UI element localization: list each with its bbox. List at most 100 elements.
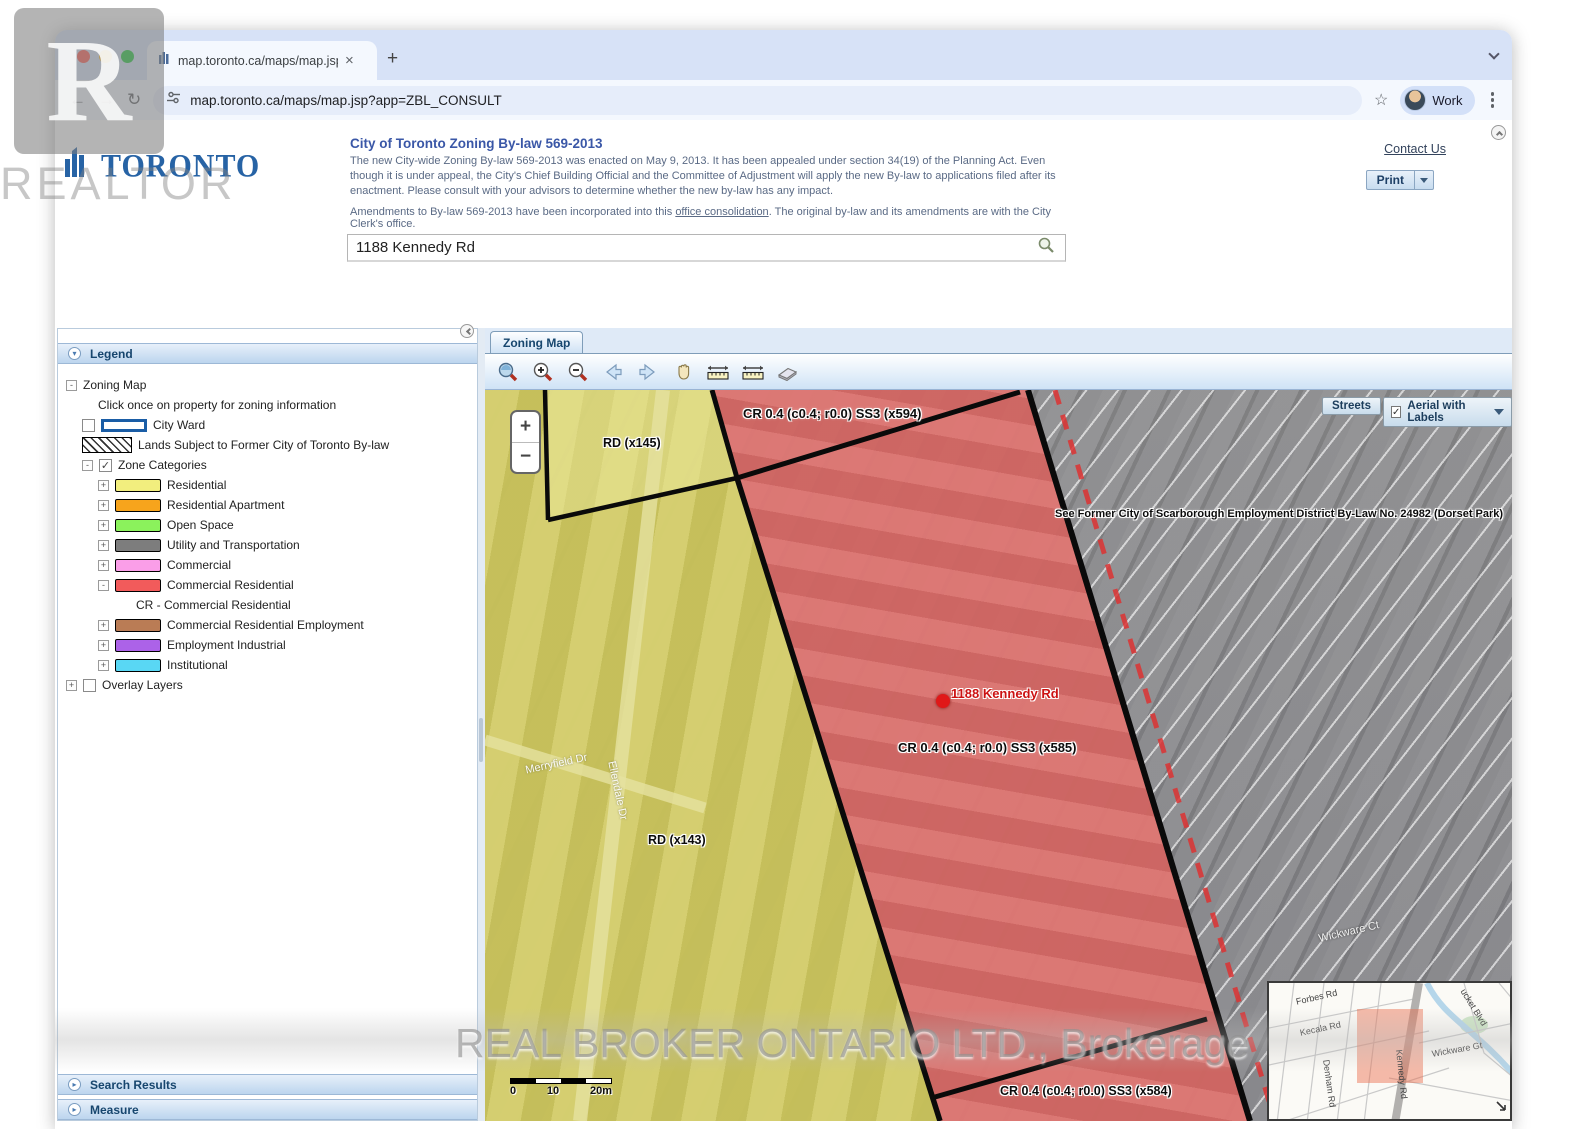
browser-tabstrip: map.toronto.ca/maps/map.jsp × + bbox=[55, 30, 1512, 80]
zone-swatch bbox=[115, 579, 161, 592]
zone-label-cr-x584: CR 0.4 (c0.4; r0.0) SS3 (x584) bbox=[1000, 1084, 1172, 1098]
tree-item-zone[interactable]: + Institutional bbox=[98, 655, 477, 675]
expander-icon[interactable]: + bbox=[98, 540, 109, 551]
tree-item-zone[interactable]: + Employment Industrial bbox=[98, 635, 477, 655]
profile-chip[interactable]: Work bbox=[1400, 86, 1474, 115]
zone-swatch bbox=[115, 519, 161, 532]
browser-toolbar: ← → ↻ map.toronto.ca/maps/map.jsp?app=ZB… bbox=[55, 80, 1512, 120]
address-bar[interactable]: map.toronto.ca/maps/map.jsp?app=ZBL_CONS… bbox=[153, 86, 1362, 115]
search-result-marker bbox=[936, 694, 950, 708]
tree-item-zone[interactable]: + Commercial Residential Employment bbox=[98, 615, 477, 635]
measure-header[interactable]: ▸ Measure bbox=[58, 1099, 477, 1120]
realtor-text-watermark: REALTOR bbox=[0, 158, 236, 210]
contact-us-link[interactable]: Contact Us bbox=[1384, 142, 1446, 156]
map-zoom-out-button[interactable]: − bbox=[512, 443, 539, 473]
splitter-grip[interactable] bbox=[479, 718, 483, 762]
pan-hand-icon[interactable] bbox=[670, 359, 696, 385]
search-results-header[interactable]: ▸ Search Results bbox=[58, 1074, 477, 1095]
tree-item-zone[interactable]: + Commercial bbox=[98, 555, 477, 575]
aerial-basemap-control[interactable]: ✓ Aerial with Labels bbox=[1383, 397, 1512, 427]
inset-resize-icon[interactable] bbox=[1495, 1099, 1507, 1117]
measure-distance-icon[interactable] bbox=[705, 359, 731, 385]
expander-icon[interactable]: - bbox=[66, 380, 77, 391]
tab-zoning-map[interactable]: Zoning Map bbox=[490, 331, 583, 353]
pane-collapse-button[interactable] bbox=[460, 324, 474, 338]
chevron-left-icon bbox=[465, 328, 472, 335]
brokerage-watermark: REAL BROKER ONTARIO LTD., Brokerage bbox=[455, 1020, 1249, 1067]
expand-arrow-icon[interactable]: ▸ bbox=[68, 1078, 81, 1091]
expander-icon[interactable]: + bbox=[98, 480, 109, 491]
city-ward-swatch bbox=[101, 419, 147, 432]
tree-item-zone-categories[interactable]: - ✓ Zone Categories bbox=[82, 455, 477, 475]
search-input[interactable] bbox=[348, 239, 1027, 256]
zone-label-cr-x585: CR 0.4 (c0.4; r0.0) SS3 (x585) bbox=[898, 740, 1076, 755]
hatch-swatch bbox=[82, 437, 132, 453]
tree-item-zone[interactable]: - Commercial Residential bbox=[98, 575, 477, 595]
zoom-extent-icon[interactable] bbox=[495, 359, 521, 385]
new-tab-button[interactable]: + bbox=[387, 48, 398, 70]
tab-title: map.toronto.ca/maps/map.jsp bbox=[178, 54, 338, 68]
expander-icon[interactable]: + bbox=[66, 680, 77, 691]
expander-icon[interactable]: - bbox=[98, 580, 109, 591]
previous-extent-icon[interactable] bbox=[600, 359, 626, 385]
expander-icon[interactable]: + bbox=[98, 640, 109, 651]
browser-window: map.toronto.ca/maps/map.jsp × + ← → ↻ ma… bbox=[55, 30, 1512, 1129]
realtor-logo-watermark: R bbox=[14, 8, 164, 154]
tree-item-zone[interactable]: + Residential Apartment bbox=[98, 495, 477, 515]
browser-menu-button[interactable] bbox=[1487, 92, 1499, 108]
zone-swatch bbox=[115, 499, 161, 512]
zone-label-rd-x145: RD (x145) bbox=[603, 436, 661, 450]
address-search bbox=[347, 234, 1066, 262]
avatar bbox=[1404, 89, 1426, 111]
marker-label: 1188 Kennedy Rd bbox=[951, 686, 1059, 701]
url-text[interactable]: map.toronto.ca/maps/map.jsp?app=ZBL_CONS… bbox=[190, 93, 502, 108]
zone-categories-checkbox[interactable]: ✓ bbox=[99, 459, 112, 472]
clear-eraser-icon[interactable] bbox=[775, 359, 801, 385]
header-collapse-button[interactable] bbox=[1491, 125, 1506, 140]
expander-icon[interactable]: + bbox=[98, 660, 109, 671]
city-ward-checkbox[interactable] bbox=[82, 419, 95, 432]
expander-icon[interactable]: + bbox=[98, 520, 109, 531]
search-icon[interactable] bbox=[1027, 236, 1065, 259]
tree-item-cr-sub[interactable]: CR - Commercial Residential bbox=[136, 595, 477, 615]
tree-item-zone[interactable]: + Open Space bbox=[98, 515, 477, 535]
print-control: Print bbox=[1366, 170, 1434, 190]
pane-splitter[interactable] bbox=[478, 328, 485, 1121]
streets-basemap-button[interactable]: Streets bbox=[1322, 397, 1381, 415]
tab-close-icon[interactable]: × bbox=[345, 52, 354, 69]
expander-icon[interactable]: + bbox=[98, 500, 109, 511]
tree-item-zone[interactable]: + Utility and Transportation bbox=[98, 535, 477, 555]
office-consolidation-link[interactable]: office consolidation bbox=[675, 206, 768, 218]
measure-area-icon[interactable] bbox=[740, 359, 766, 385]
overlay-layers-checkbox[interactable] bbox=[83, 679, 96, 692]
page-content: TORONTO City of Toronto Zoning By-law 56… bbox=[55, 120, 1512, 1129]
tree-hint: Click once on property for zoning inform… bbox=[98, 395, 477, 415]
expander-icon[interactable]: - bbox=[82, 460, 93, 471]
next-extent-icon[interactable] bbox=[635, 359, 661, 385]
browser-tab[interactable]: map.toronto.ca/maps/map.jsp × bbox=[147, 41, 377, 80]
aerial-checkbox[interactable]: ✓ bbox=[1391, 406, 1401, 418]
tab-search-chevron-icon[interactable] bbox=[1488, 48, 1499, 59]
zone-label-cr-x594: CR 0.4 (c0.4; r0.0) SS3 (x594) bbox=[743, 406, 921, 421]
zone-label-rd-x143: RD (x143) bbox=[648, 833, 706, 847]
zoom-out-icon[interactable] bbox=[565, 359, 591, 385]
site-settings-icon[interactable] bbox=[166, 90, 181, 110]
expander-icon[interactable]: + bbox=[98, 560, 109, 571]
tree-item-zone[interactable]: + Residential bbox=[98, 475, 477, 495]
expander-icon[interactable]: + bbox=[98, 620, 109, 631]
tree-item-zoning-map[interactable]: - Zoning Map bbox=[66, 375, 477, 395]
legend-header[interactable]: ▾ Legend bbox=[58, 343, 477, 364]
zoom-in-icon[interactable] bbox=[530, 359, 556, 385]
tree-item-city-ward[interactable]: City Ward bbox=[82, 415, 477, 435]
map-zoom-in-button[interactable]: + bbox=[512, 412, 539, 443]
map-toolbar bbox=[485, 354, 1512, 390]
collapse-arrow-icon[interactable]: ▾ bbox=[68, 347, 81, 360]
tree-item-overlay-layers[interactable]: + Overlay Layers bbox=[66, 675, 477, 695]
expand-arrow-icon[interactable]: ▸ bbox=[68, 1103, 81, 1116]
map-zoom-control[interactable]: + − bbox=[510, 410, 541, 474]
print-dropdown-button[interactable] bbox=[1415, 170, 1434, 190]
chevron-down-icon[interactable] bbox=[1494, 409, 1504, 415]
bookmark-star-icon[interactable]: ☆ bbox=[1374, 90, 1388, 110]
zone-swatch bbox=[115, 559, 161, 572]
print-button[interactable]: Print bbox=[1366, 170, 1415, 190]
